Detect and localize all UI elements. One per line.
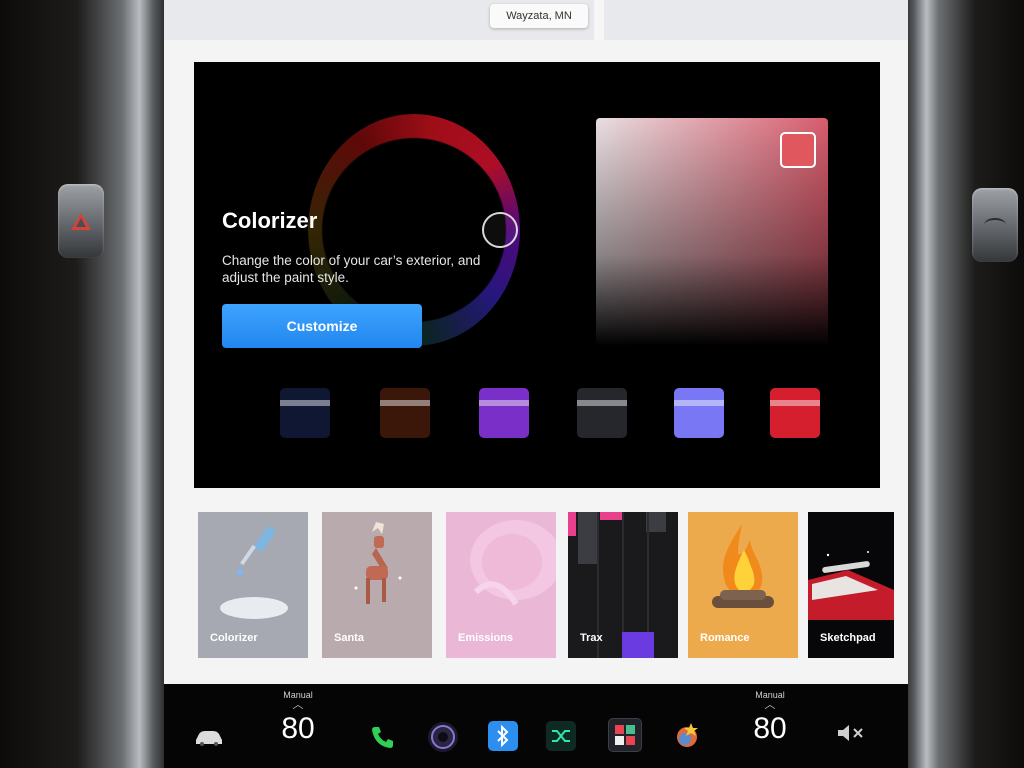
wiper-button[interactable] xyxy=(972,188,1018,262)
hazard-button[interactable] xyxy=(58,184,104,258)
passenger-temperature[interactable]: Manual ︿ 80 xyxy=(740,690,800,746)
paint-swatch-black[interactable] xyxy=(577,388,627,438)
colorizer-panel: Colorizer Change the color of your car’s… xyxy=(194,62,880,488)
hazard-icon xyxy=(71,212,91,230)
wiper-icon xyxy=(984,218,1006,232)
reindeer-icon xyxy=(354,522,402,604)
camera-icon[interactable] xyxy=(428,722,458,752)
toybox-icon[interactable] xyxy=(608,718,642,752)
paint-swatch-navy[interactable] xyxy=(280,388,330,438)
left-bezel xyxy=(0,0,170,768)
driver-temperature[interactable]: Manual ︿ 80 xyxy=(268,690,328,746)
app-card-colorizer[interactable]: Colorizer xyxy=(198,512,308,658)
car-dashboard: Wayzata, MN Colorizer Change the color o… xyxy=(0,0,1024,768)
panel-description: Change the color of your car’s exterior,… xyxy=(222,253,481,285)
app-card-trax[interactable]: Trax xyxy=(568,512,678,658)
app-card-sketchpad[interactable]: Sketchpad xyxy=(808,512,894,658)
cushion-icon xyxy=(470,520,556,606)
paint-swatch-red[interactable] xyxy=(770,388,820,438)
customize-button[interactable]: Customize xyxy=(222,304,422,348)
app-card-label: Colorizer xyxy=(210,632,258,644)
map-road xyxy=(594,0,604,40)
map-strip[interactable]: Wayzata, MN xyxy=(164,0,908,40)
app-card-label: Romance xyxy=(700,632,750,644)
shuffle-icon[interactable] xyxy=(546,721,576,751)
phone-icon[interactable] xyxy=(368,722,398,752)
saturation-value-picker[interactable] xyxy=(596,118,828,346)
right-bezel xyxy=(902,0,1024,768)
selected-color-handle[interactable] xyxy=(780,132,816,168)
app-card-label: Santa xyxy=(334,632,364,644)
app-card-santa[interactable]: Santa xyxy=(322,512,432,658)
temp-value: 80 xyxy=(281,712,315,745)
bottom-taskbar: Manual ︿ 80 Manual ︿ 80 xyxy=(164,684,908,768)
paint-swatch-purple[interactable] xyxy=(479,388,529,438)
panel-title: Colorizer xyxy=(222,208,318,233)
temp-value: 80 xyxy=(753,712,787,745)
app-card-label: Trax xyxy=(580,632,603,644)
temp-up-chevron-icon[interactable]: ︿ xyxy=(740,700,800,711)
apps-icon[interactable] xyxy=(672,720,702,750)
car-icon[interactable] xyxy=(194,722,224,752)
app-card-label: Sketchpad xyxy=(820,632,876,644)
app-card-romance[interactable]: Romance xyxy=(688,512,798,658)
mute-icon[interactable] xyxy=(836,718,866,748)
location-label: Wayzata, MN xyxy=(490,4,588,28)
app-card-emissions[interactable]: Emissions xyxy=(446,512,556,658)
temp-up-chevron-icon[interactable]: ︿ xyxy=(268,700,328,711)
app-card-label: Emissions xyxy=(458,632,514,644)
color-wheel-handle[interactable] xyxy=(482,212,518,248)
paint-swatch-brown[interactable] xyxy=(380,388,430,438)
fireplace-icon xyxy=(712,524,774,608)
bluetooth-icon[interactable] xyxy=(488,721,518,751)
touchscreen: Wayzata, MN Colorizer Change the color o… xyxy=(164,0,908,768)
paint-swatch-periwinkle[interactable] xyxy=(674,388,724,438)
dropper-icon xyxy=(220,526,288,619)
red-car-icon xyxy=(808,551,894,620)
